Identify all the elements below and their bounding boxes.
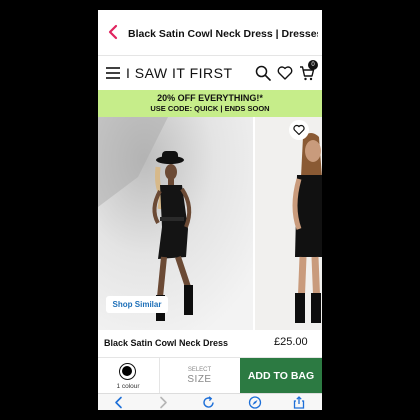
browser-toolbar	[98, 393, 322, 410]
search-icon[interactable]	[255, 65, 271, 81]
heart-icon[interactable]	[277, 65, 293, 81]
colour-count-label: 1 colour	[116, 383, 140, 390]
back-icon[interactable]	[112, 396, 126, 409]
product-price: £25.00	[274, 336, 308, 348]
size-select-label: SELECT	[187, 367, 212, 373]
site-header: I SAW IT FIRST 0	[98, 56, 322, 90]
size-label: SIZE	[187, 374, 212, 385]
promo-title: 20% OFF EVERYTHING!*	[157, 93, 263, 103]
browser-title-bar: Black Satin Cowl Neck Dress | Dresses...	[98, 10, 322, 56]
wishlist-button[interactable]	[289, 120, 309, 140]
colour-selector[interactable]: 1 colour	[98, 358, 158, 394]
purchase-bar: 1 colour SELECT SIZE ADD TO BAG	[98, 357, 322, 394]
colour-swatch-black[interactable]	[119, 363, 136, 380]
reload-icon[interactable]	[202, 396, 216, 409]
product-image-next[interactable]	[255, 117, 322, 330]
forward-icon[interactable]	[156, 396, 170, 409]
size-selector[interactable]: SELECT SIZE	[159, 358, 239, 394]
page-title: Black Satin Cowl Neck Dress | Dresses...	[128, 28, 318, 40]
promo-code: USE CODE: QUICK | ENDS SOON	[150, 104, 270, 113]
back-arrow-icon[interactable]	[106, 22, 120, 42]
shop-similar-button[interactable]: Shop Similar	[106, 296, 168, 313]
brand-logo[interactable]: I SAW IT FIRST	[126, 65, 233, 81]
bag-count-badge: 0	[308, 60, 318, 70]
product-name[interactable]: Black Satin Cowl Neck Dress	[104, 338, 228, 348]
hamburger-menu-icon[interactable]	[106, 66, 120, 80]
compass-icon[interactable]	[248, 396, 262, 409]
heart-icon	[293, 124, 305, 136]
add-to-bag-button[interactable]: ADD TO BAG	[240, 358, 322, 394]
share-icon[interactable]	[292, 396, 306, 409]
promo-banner[interactable]: 20% OFF EVERYTHING!* USE CODE: QUICK | E…	[98, 90, 322, 117]
phone-screen: Black Satin Cowl Neck Dress | Dresses...…	[98, 10, 322, 410]
model-photo-2	[255, 117, 322, 330]
